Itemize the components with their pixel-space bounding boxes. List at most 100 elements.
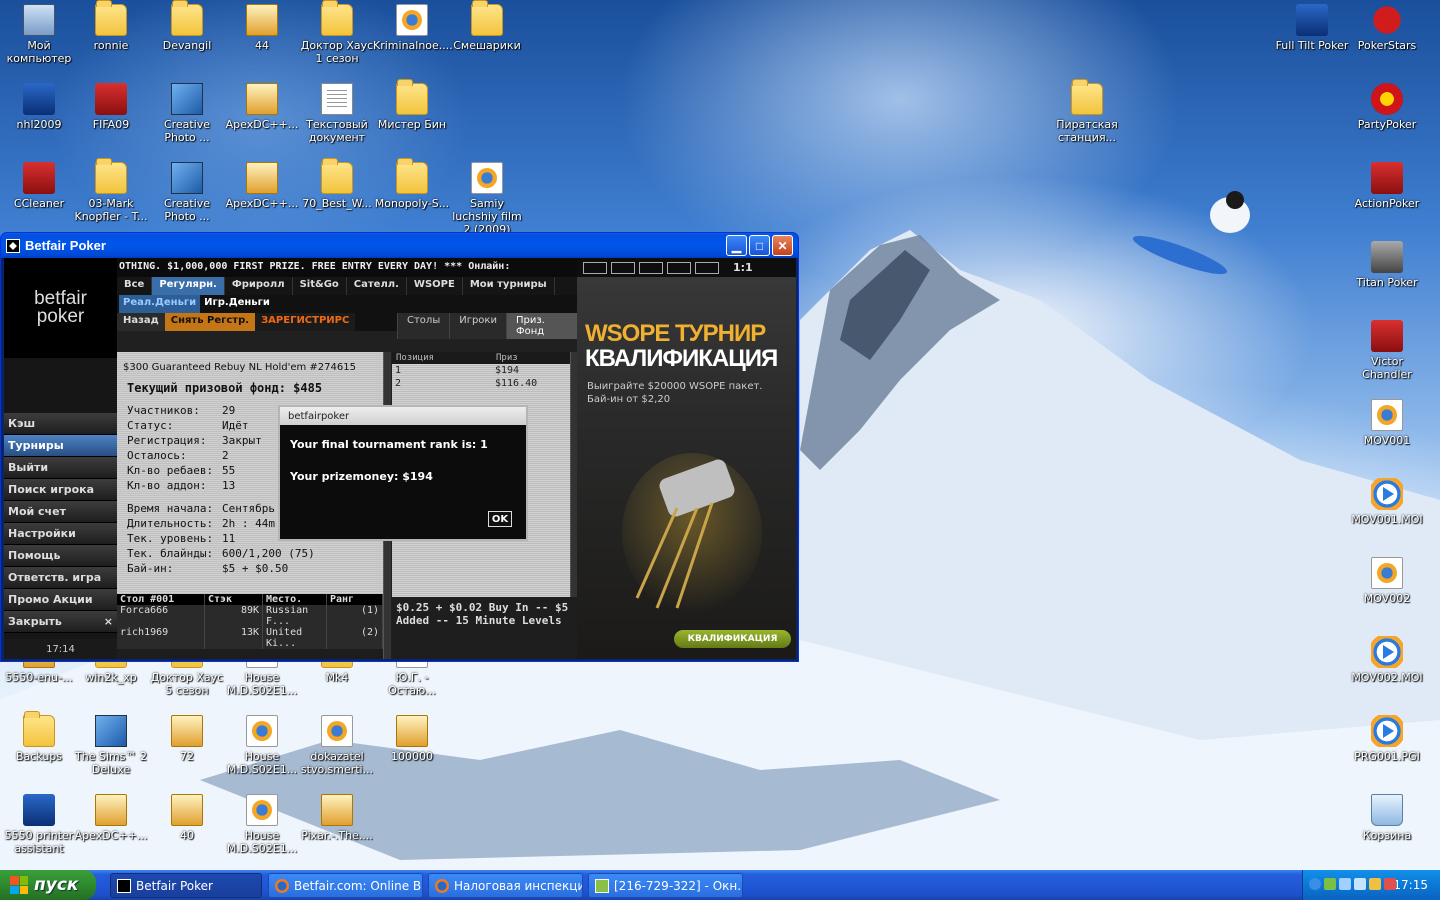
- tab-players[interactable]: Игроки: [449, 313, 506, 339]
- view-mode-3-icon[interactable]: [639, 261, 663, 274]
- desktop-icon[interactable]: MOV001.MOI: [1348, 478, 1426, 526]
- view-mode-5-icon[interactable]: [695, 261, 719, 274]
- desktop-icon[interactable]: ActionPoker: [1348, 162, 1426, 210]
- players-column-header[interactable]: Стол #001: [117, 594, 205, 605]
- nav-item[interactable]: Мой счет: [4, 501, 117, 523]
- desktop-icon[interactable]: ApexDC++...: [223, 83, 301, 131]
- desktop-icon[interactable]: Backups: [0, 711, 78, 763]
- zoom-label[interactable]: 1:1: [733, 261, 753, 274]
- filter-tab[interactable]: Сателл.: [347, 277, 407, 295]
- unregister-button[interactable]: Снять Регстр.: [164, 313, 256, 331]
- tray-network-icon[interactable]: [1324, 878, 1336, 890]
- desktop-icon[interactable]: ApexDC++...: [223, 162, 301, 210]
- desktop-icon[interactable]: Смешарики: [448, 0, 526, 52]
- tab-real-money[interactable]: Реал.Деньги: [119, 295, 201, 313]
- nav-item[interactable]: Выйти: [4, 457, 117, 479]
- desktop-icon[interactable]: 70_Best_W...: [298, 158, 376, 210]
- desktop-icon[interactable]: ronnie: [72, 0, 150, 52]
- nav-item[interactable]: Настройки: [4, 523, 117, 545]
- desktop-icon[interactable]: PokerStars: [1348, 4, 1426, 52]
- tray-volume-icon[interactable]: [1369, 878, 1381, 890]
- desktop-icon[interactable]: nhl2009: [0, 83, 78, 131]
- desktop-icon[interactable]: Creative Photo ...: [148, 83, 226, 144]
- players-table-row[interactable]: rich1969 13K United Ki... (2): [117, 627, 383, 649]
- players-table-row[interactable]: Forca666 89K Russian F... (1): [117, 605, 383, 627]
- maximize-button[interactable]: □: [749, 235, 770, 256]
- task-firefox-tax[interactable]: Налоговая инспекци...: [428, 873, 583, 898]
- desktop-icon[interactable]: House M.D.S02E1...: [223, 794, 301, 855]
- view-mode-1-icon[interactable]: [583, 261, 607, 274]
- desktop-icon[interactable]: House M.D.S02E1...: [223, 715, 301, 776]
- nav-item[interactable]: Помощь: [4, 545, 117, 567]
- register-button[interactable]: ЗАРЕГИСТРИРС: [255, 313, 356, 331]
- players-column-header[interactable]: Стэк: [205, 594, 263, 605]
- filter-tab[interactable]: Фриролл: [225, 277, 293, 295]
- desktop-icon[interactable]: Пиратская станция...: [1048, 79, 1126, 144]
- back-button[interactable]: Назад: [117, 313, 165, 331]
- desktop-icon[interactable]: Мой компьютер: [0, 4, 78, 65]
- filter-tab[interactable]: WSOPE: [407, 277, 463, 295]
- players-column-header[interactable]: Место.: [263, 594, 327, 605]
- tray-arrow-icon[interactable]: [1309, 878, 1321, 890]
- betfair-poker-window[interactable]: Betfair Poker ▁ □ ✕ betfair poker Кэш Тур…: [0, 232, 799, 662]
- desktop-icon[interactable]: PRG001.PGI: [1348, 715, 1426, 763]
- desktop-icon[interactable]: CCleaner: [0, 162, 78, 210]
- filter-tab[interactable]: Sit&Go: [293, 277, 347, 295]
- desktop-icon[interactable]: Creative Photo ...: [148, 162, 226, 223]
- desktop-icon[interactable]: PartyPoker: [1348, 83, 1426, 131]
- desktop-icon[interactable]: 03-Mark Knopfler - T...: [72, 158, 150, 223]
- ok-button[interactable]: OK: [488, 511, 512, 527]
- minimize-button[interactable]: ▁: [726, 235, 747, 256]
- desktop-icon[interactable]: Текстовый документ: [298, 83, 376, 144]
- desktop-icon[interactable]: Devangil: [148, 0, 226, 52]
- desktop-icon[interactable]: Monopoly-S...: [373, 158, 451, 210]
- window-titlebar[interactable]: Betfair Poker ▁ □ ✕: [1, 233, 798, 258]
- nav-item[interactable]: Поиск игрока: [4, 479, 117, 501]
- promo-banner[interactable]: 1:1 WSOPE ТУРНИР КВАЛИФИКАЦИЯ Выиграйте …: [577, 258, 796, 659]
- desktop-icon[interactable]: Full Tilt Poker: [1273, 4, 1351, 52]
- desktop-icon[interactable]: Доктор Хаус 1 сезон: [298, 0, 376, 65]
- filter-tab[interactable]: Регулярн.: [152, 277, 225, 295]
- task-betfair-poker[interactable]: Betfair Poker: [110, 873, 262, 898]
- task-firefox-betfair[interactable]: Betfair.com: Online B...: [268, 873, 423, 898]
- prize-column-header[interactable]: Позиция: [392, 352, 492, 364]
- desktop-icon[interactable]: 100000: [373, 715, 451, 763]
- tray-display-icon[interactable]: [1354, 878, 1366, 890]
- desktop-icon[interactable]: ApexDC++...: [72, 794, 150, 842]
- desktop-icon[interactable]: Victor Chandler: [1348, 320, 1426, 381]
- nav-item[interactable]: Кэш: [4, 413, 117, 435]
- desktop-icon[interactable]: dokazatel stvo.smerti...: [298, 715, 376, 776]
- view-mode-4-icon[interactable]: [667, 261, 691, 274]
- view-mode-2-icon[interactable]: [611, 261, 635, 274]
- desktop-icon[interactable]: 40: [148, 794, 226, 842]
- desktop-icon[interactable]: MOV002.MOI: [1348, 636, 1426, 684]
- nav-item[interactable]: Закрыть ×: [4, 611, 117, 633]
- desktop-icon[interactable]: 44: [223, 4, 301, 52]
- desktop-icon[interactable]: 72: [148, 715, 226, 763]
- desktop-icon[interactable]: 5550 printer assistant: [0, 794, 78, 855]
- desktop-icon[interactable]: Samiy luchshiy film 2 (2009): [448, 162, 526, 236]
- nav-item[interactable]: Турниры: [4, 435, 117, 457]
- prize-column-header[interactable]: Приз: [492, 352, 570, 364]
- tab-prize-fund[interactable]: Приз. Фонд: [505, 313, 577, 339]
- close-x-icon[interactable]: ×: [104, 615, 113, 628]
- tray-security-icon[interactable]: [1384, 878, 1396, 890]
- desktop-icon[interactable]: Kriminalnoe....: [373, 4, 453, 52]
- filter-tab[interactable]: Все: [117, 277, 153, 295]
- desktop-icon[interactable]: Pixar.-.The....: [298, 794, 376, 842]
- tab-play-money[interactable]: Игр.Деньги: [200, 295, 274, 313]
- desktop-icon[interactable]: The Sims™ 2 Deluxe: [72, 715, 150, 776]
- close-button[interactable]: ✕: [772, 235, 793, 256]
- desktop-icon[interactable]: MOV001: [1348, 399, 1426, 447]
- desktop-icon[interactable]: FIFA09: [72, 83, 150, 131]
- desktop-icon[interactable]: MOV002: [1348, 557, 1426, 605]
- desktop-icon[interactable]: Titan Poker: [1348, 241, 1426, 289]
- tab-tables[interactable]: Столы: [397, 313, 450, 339]
- tray-monitor-icon[interactable]: [1339, 878, 1351, 890]
- nav-item[interactable]: Промо Акции: [4, 589, 117, 611]
- players-column-header[interactable]: Ранг: [327, 594, 383, 605]
- desktop-icon[interactable]: Корзина: [1348, 794, 1426, 842]
- desktop-icon[interactable]: Мистер Бин: [373, 79, 451, 131]
- task-remote-session[interactable]: [216-729-322] - Окн...: [588, 873, 743, 898]
- filter-tab[interactable]: Мои турниры: [463, 277, 555, 295]
